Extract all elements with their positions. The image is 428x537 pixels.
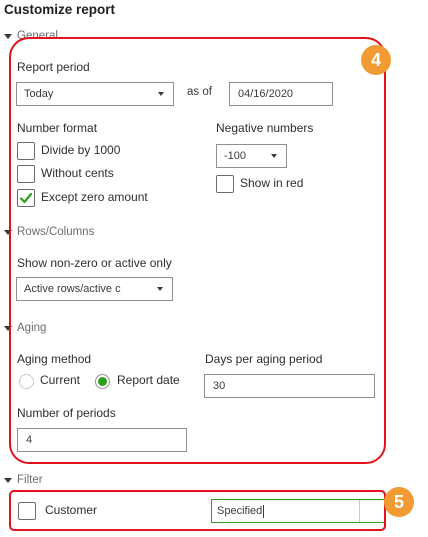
section-filter[interactable]: Filter bbox=[4, 474, 43, 486]
page-title: Customize report bbox=[4, 2, 116, 17]
caret-down-icon bbox=[4, 477, 12, 483]
section-filter-label: Filter bbox=[17, 474, 43, 486]
annotation-box-5 bbox=[9, 490, 386, 531]
annotation-badge-5: 5 bbox=[384, 487, 414, 517]
caret-down-icon bbox=[4, 33, 12, 39]
annotation-box-4 bbox=[9, 37, 386, 464]
annotation-badge-4: 4 bbox=[361, 45, 391, 75]
